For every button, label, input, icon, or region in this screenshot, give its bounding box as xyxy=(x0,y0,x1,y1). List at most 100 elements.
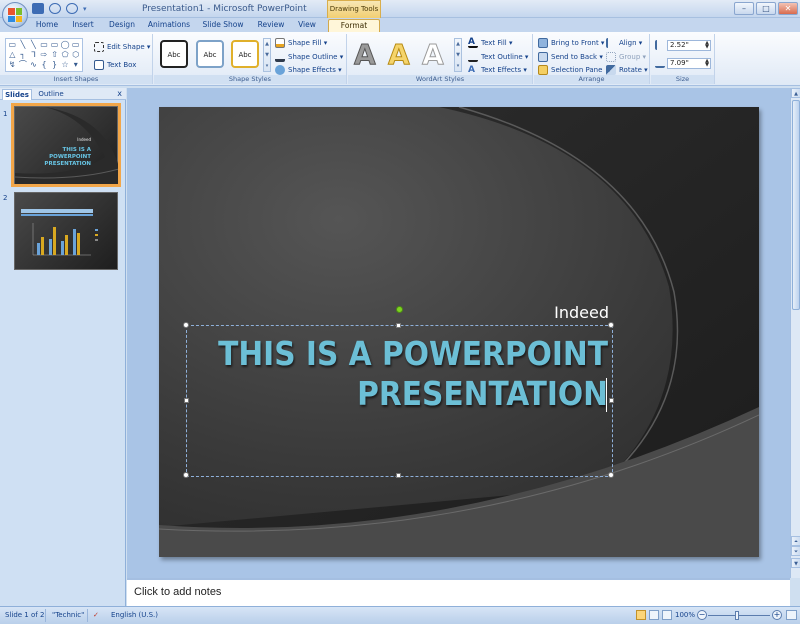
zoom-out-icon[interactable]: − xyxy=(697,610,707,620)
shape-elbow-icon[interactable]: ┐ xyxy=(18,50,29,60)
shape-arrow-line-icon[interactable]: ╲ xyxy=(28,40,39,50)
minimize-button[interactable]: – xyxy=(734,2,754,15)
width-field[interactable]: 7.09" ▲ ▼ xyxy=(667,58,711,69)
slide-thumbnail-2[interactable] xyxy=(14,192,118,270)
tab-animations[interactable]: Animations xyxy=(146,19,192,32)
zoom-slider-track[interactable] xyxy=(708,615,770,616)
resize-handle-ne[interactable] xyxy=(608,322,614,328)
notes-pane[interactable]: Click to add notes xyxy=(127,578,790,606)
spelling-check-icon[interactable]: ✓ xyxy=(93,611,99,619)
shape-style-1[interactable]: Abc xyxy=(160,40,188,68)
tab-home[interactable]: Home xyxy=(30,19,64,32)
text-outline-button[interactable]: Text Outline ▾ xyxy=(468,52,528,62)
send-to-back-button[interactable]: Send to Back ▾ xyxy=(538,52,603,62)
shape-style-2[interactable]: Abc xyxy=(196,40,224,68)
text-box-button[interactable]: Text Box xyxy=(94,60,136,70)
height-field[interactable]: 2.52" ▲ ▼ xyxy=(667,40,711,51)
shape-right-arrow-icon[interactable]: ⇨ xyxy=(39,50,50,60)
shape-up-arrow-icon[interactable]: ⇧ xyxy=(49,50,60,60)
language-status[interactable]: English (U.S.) xyxy=(111,611,158,619)
next-slide-icon[interactable]: ⏷ xyxy=(791,546,800,556)
tab-design[interactable]: Design xyxy=(104,19,140,32)
shape-box-icon[interactable]: ▭ xyxy=(70,40,81,50)
shape-right-brace-icon[interactable]: } xyxy=(49,60,60,70)
shape-rounded-rect-icon[interactable]: ▭ xyxy=(49,40,60,50)
resize-handle-n[interactable] xyxy=(396,323,401,328)
resize-handle-se[interactable] xyxy=(608,472,614,478)
scroll-up-icon[interactable]: ▲ xyxy=(791,88,800,98)
shape-outline-button[interactable]: Shape Outline ▾ xyxy=(275,52,343,62)
customize-qat-icon[interactable]: ▾ xyxy=(83,5,87,13)
fit-to-window-icon[interactable] xyxy=(786,610,797,620)
close-pane-icon[interactable]: x xyxy=(117,89,122,98)
width-spinner-icon[interactable]: ▲ ▼ xyxy=(705,59,709,68)
wordart-style-3[interactable]: A xyxy=(422,38,445,72)
resize-handle-e[interactable] xyxy=(609,398,614,403)
slide-show-view-button[interactable] xyxy=(662,610,672,620)
tab-format[interactable]: Format xyxy=(328,19,380,32)
shape-textbox-icon[interactable]: ▭ xyxy=(7,40,18,50)
shape-style-3[interactable]: Abc xyxy=(231,40,259,68)
wordart-style-1[interactable]: A xyxy=(354,38,377,72)
rotate-button[interactable]: Rotate ▾ xyxy=(606,65,648,75)
resize-handle-sw[interactable] xyxy=(183,472,189,478)
normal-view-button[interactable] xyxy=(636,610,646,620)
align-button[interactable]: Align ▾ xyxy=(606,38,642,48)
resize-handle-nw[interactable] xyxy=(183,322,189,328)
slide-subtitle[interactable]: Indeed xyxy=(554,303,609,322)
shape-oval-icon[interactable]: ◯ xyxy=(60,40,71,50)
shape-lightning-icon[interactable]: ↯ xyxy=(7,60,18,70)
tab-review[interactable]: Review xyxy=(254,19,288,32)
group-button[interactable]: Group ▾ xyxy=(606,52,646,62)
shape-line-icon[interactable]: ╲ xyxy=(18,40,29,50)
save-icon[interactable] xyxy=(32,3,44,14)
previous-slide-icon[interactable]: ⏶ xyxy=(791,536,800,546)
height-spinner-icon[interactable]: ▲ ▼ xyxy=(705,41,709,50)
shape-arc-icon[interactable]: ⌒ xyxy=(18,60,29,70)
zoom-slider-thumb[interactable] xyxy=(735,611,739,620)
shape-triangle-icon[interactable]: △ xyxy=(7,50,18,60)
theme-status[interactable]: "Technic" xyxy=(52,611,84,619)
tab-insert[interactable]: Insert xyxy=(66,19,100,32)
maximize-button[interactable]: □ xyxy=(756,2,776,15)
shape-left-brace-icon[interactable]: { xyxy=(39,60,50,70)
shapes-gallery[interactable]: ▭ ╲ ╲ ▭ ▭ ◯ ▭ △ ┐ ᒣ ⇨ ⇧ ⬠ ⬡ ↯ ⌒ ∿ { } ☆ … xyxy=(5,38,83,72)
text-fill-button[interactable]: A Text Fill ▾ xyxy=(468,38,512,48)
rotation-handle[interactable] xyxy=(396,306,403,313)
resize-handle-w[interactable] xyxy=(184,398,189,403)
shapes-more-icon[interactable]: ▾ xyxy=(70,60,81,70)
shape-effects-button[interactable]: Shape Effects ▾ xyxy=(275,65,342,75)
shape-hexagon-icon[interactable]: ⬡ xyxy=(70,50,81,60)
shape-rectangle-icon[interactable]: ▭ xyxy=(39,40,50,50)
title-textbox[interactable]: THIS IS A POWERPOINT PRESENTATION xyxy=(183,322,614,478)
shape-wave-icon[interactable]: ∿ xyxy=(28,60,39,70)
close-button[interactable]: ✕ xyxy=(778,2,798,15)
tab-slide-show[interactable]: Slide Show xyxy=(198,19,248,32)
slide-canvas[interactable]: Indeed THIS IS A POWERPOINT PRESENTATION xyxy=(159,107,759,557)
slide-title[interactable]: THIS IS A POWERPOINT PRESENTATION xyxy=(218,334,608,414)
shape-fill-button[interactable]: Shape Fill ▾ xyxy=(275,38,327,48)
office-button[interactable] xyxy=(2,2,28,28)
shape-connector-icon[interactable]: ᒣ xyxy=(28,50,39,60)
redo-icon[interactable] xyxy=(66,3,78,14)
scroll-down-icon[interactable]: ▼ xyxy=(791,558,800,568)
bring-to-front-button[interactable]: Bring to Front ▾ xyxy=(538,38,604,48)
resize-handle-s[interactable] xyxy=(396,473,401,478)
vertical-scrollbar[interactable]: ▲ ⏶ ⏷ ▼ xyxy=(790,88,800,578)
scroll-thumb[interactable] xyxy=(792,100,800,310)
slide-sorter-view-button[interactable] xyxy=(649,610,659,620)
slide-thumbnail-1[interactable]: Indeed THIS IS A POWERPOINT PRESENTATION xyxy=(11,103,121,187)
zoom-level[interactable]: 100% xyxy=(675,611,695,619)
text-effects-button[interactable]: A Text Effects ▾ xyxy=(468,65,527,75)
wordart-style-2[interactable]: A xyxy=(388,38,411,72)
tab-slides[interactable]: Slides xyxy=(2,89,32,100)
shape-star-icon[interactable]: ☆ xyxy=(60,60,71,70)
selection-pane-button[interactable]: Selection Pane xyxy=(538,65,602,75)
zoom-in-icon[interactable]: + xyxy=(772,610,782,620)
edit-shape-button[interactable]: Edit Shape ▾ xyxy=(94,42,150,52)
tab-view[interactable]: View xyxy=(293,19,321,32)
tab-outline[interactable]: Outline xyxy=(34,89,68,100)
shape-pentagon-icon[interactable]: ⬠ xyxy=(60,50,71,60)
undo-icon[interactable] xyxy=(49,3,61,14)
wordart-gallery-scroll[interactable]: ▲ ▼ ▾ xyxy=(454,38,462,72)
